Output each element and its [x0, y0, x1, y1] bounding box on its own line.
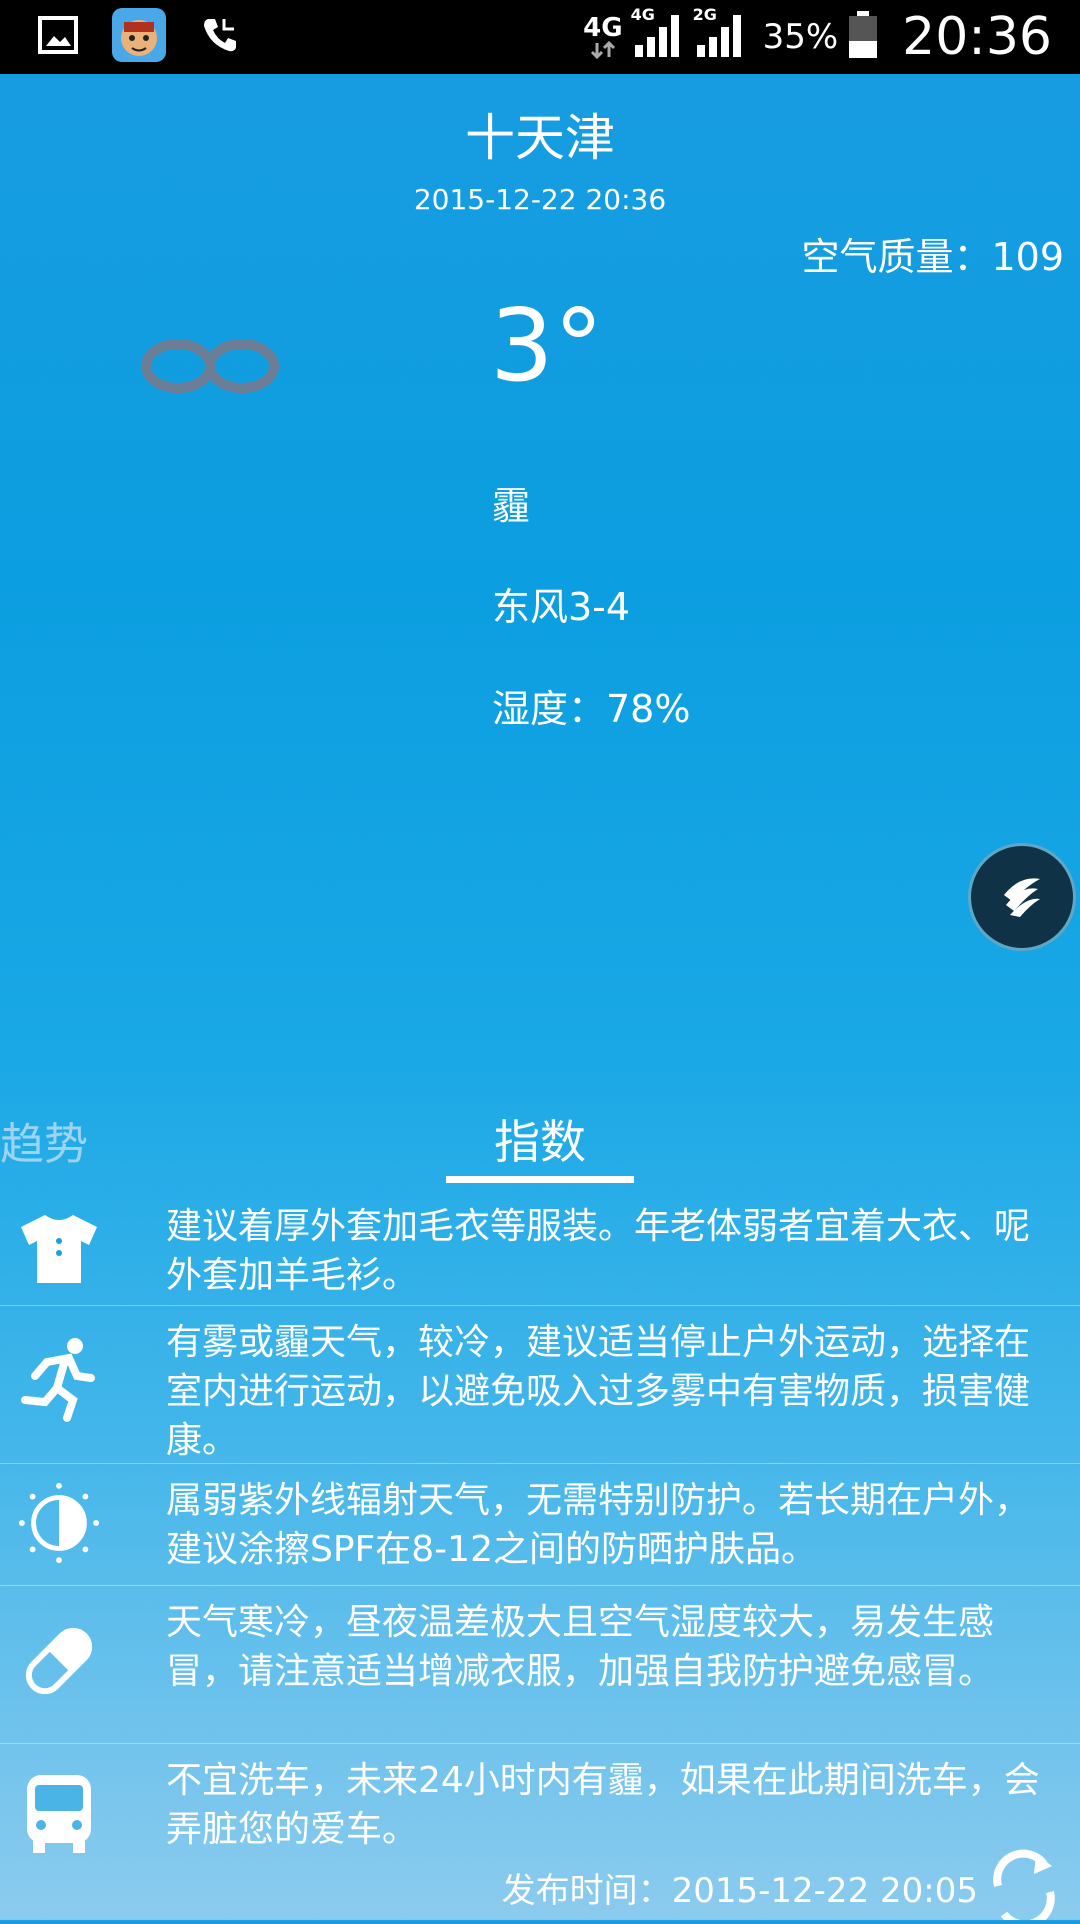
running-icon — [16, 1336, 102, 1422]
current-temperature: 3° — [490, 287, 604, 404]
index-text: 不宜洗车，未来24小时内有霾，如果在此期间洗车，会弄脏您的爱车。 — [166, 1760, 1040, 1850]
tab-index[interactable]: 指数 — [446, 1106, 634, 1172]
battery-percent: 35% — [762, 17, 839, 57]
weather-condition: 霾 — [492, 484, 531, 528]
gallery-icon — [38, 16, 78, 58]
publish-time: 发布时间：2015-12-22 20:05 — [501, 1871, 978, 1911]
status-bar: 4G 4G 2G 35% 20:36 — [0, 0, 1080, 74]
china-mobile-icon — [992, 865, 1052, 929]
index-text: 天气寒冷，昼夜温差极大且空气湿度较大，易发生感冒，请注意适当增减衣服，加强自我防… — [166, 1602, 995, 1692]
index-list: 建议着厚外套加毛衣等服装。年老体弱者宜着大衣、呢外套加羊毛衫。 有雾或霾天气，较… — [0, 1190, 1080, 1862]
app-avatar-icon — [112, 8, 166, 66]
index-text: 建议着厚外套加毛衣等服装。年老体弱者宜着大衣、呢外套加羊毛衫。 — [166, 1206, 1031, 1296]
index-item-clothing[interactable]: 建议着厚外套加毛衣等服装。年老体弱者宜着大衣、呢外套加羊毛衫。 — [0, 1190, 1080, 1306]
haze-icon — [140, 335, 280, 401]
tab-indicator — [446, 1176, 634, 1183]
index-item-uv[interactable]: 属弱紫外线辐射天气，无需特别防护。若长期在户外，建议涂擦SPF在8-12之间的防… — [0, 1464, 1080, 1586]
wind-info: 东风3-4 — [492, 585, 631, 629]
air-quality: 空气质量：109 — [801, 235, 1064, 279]
phone-call-icon — [200, 15, 240, 59]
city-title[interactable]: 十天津 — [0, 98, 1080, 170]
index-item-carwash[interactable]: 不宜洗车，未来24小时内有霾，如果在此期间洗车，会弄脏您的爱车。 — [0, 1744, 1080, 1862]
index-item-cold[interactable]: 天气寒冷，昼夜温差极大且空气湿度较大，易发生感冒，请注意适当增减衣服，加强自我防… — [0, 1586, 1080, 1744]
shirt-icon — [16, 1206, 102, 1292]
index-item-sport[interactable]: 有雾或霾天气，较冷，建议适当停止户外运动，选择在室内进行运动，以避免吸入过多雾中… — [0, 1306, 1080, 1464]
refresh-icon[interactable] — [986, 1846, 1062, 1924]
signal-2g-icon: 2G — [693, 7, 747, 63]
pill-icon — [16, 1618, 102, 1704]
floating-carrier-button[interactable] — [968, 843, 1076, 951]
index-text: 属弱紫外线辐射天气，无需特别防护。若长期在户外，建议涂擦SPF在8-12之间的防… — [166, 1480, 1031, 1570]
update-datetime: 2015-12-22 20:36 — [413, 183, 667, 216]
signal-4g-icon: 4G — [631, 7, 685, 63]
sun-icon — [16, 1480, 102, 1566]
index-text: 有雾或霾天气，较冷，建议适当停止户外运动，选择在室内进行运动，以避免吸入过多雾中… — [166, 1322, 1031, 1461]
humidity-info: 湿度：78% — [492, 687, 691, 731]
network-4g-icon: 4G — [583, 15, 623, 59]
car-icon — [16, 1770, 102, 1856]
battery-icon — [848, 11, 878, 63]
tab-trend[interactable]: 趋势 — [0, 1108, 88, 1172]
status-time: 20:36 — [902, 7, 1052, 67]
